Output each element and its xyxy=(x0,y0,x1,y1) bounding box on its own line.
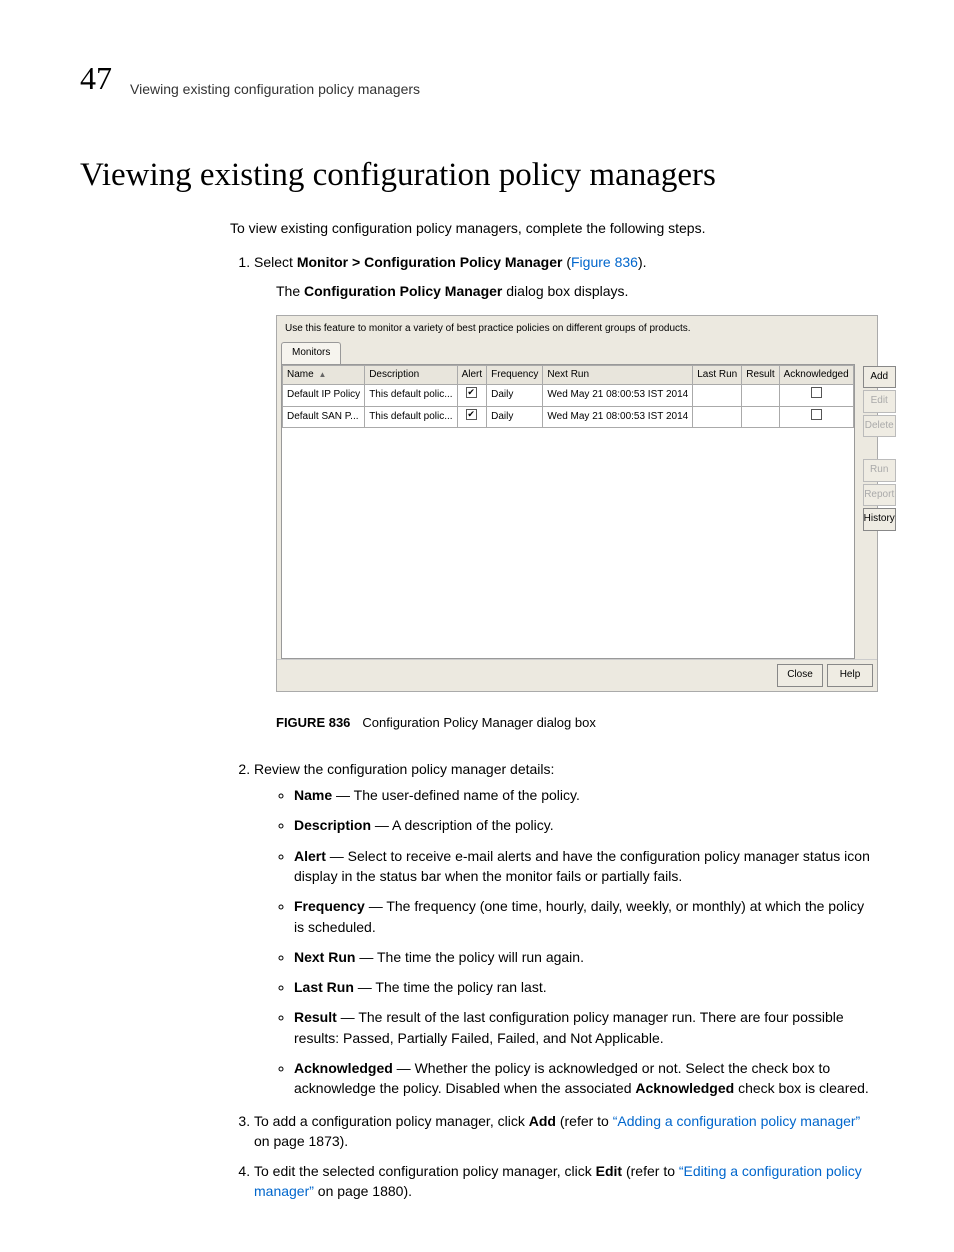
table-empty-area xyxy=(282,428,854,658)
chapter-number: 47 xyxy=(80,60,112,97)
col-name[interactable]: Name ▲ xyxy=(283,365,365,385)
col-next-run[interactable]: Next Run xyxy=(543,365,693,385)
checkbox-icon[interactable] xyxy=(811,387,822,398)
dialog-footer: Close Help xyxy=(277,659,877,691)
sidebar-buttons: Add Edit Delete Run Report History xyxy=(859,364,900,660)
page-title: Viewing existing configuration policy ma… xyxy=(80,157,874,194)
tab-bar: Monitors xyxy=(277,342,877,364)
step-3: To add a configuration policy manager, c… xyxy=(254,1111,874,1152)
help-button[interactable]: Help xyxy=(827,664,873,687)
sort-asc-icon: ▲ xyxy=(318,370,326,379)
history-button[interactable]: History xyxy=(863,508,896,531)
step-1: Select Monitor > Configuration Policy Ma… xyxy=(254,252,874,732)
menu-path: Monitor > Configuration Policy Manager xyxy=(297,254,563,270)
running-header: 47 Viewing existing configuration policy… xyxy=(80,60,874,97)
delete-button[interactable]: Delete xyxy=(863,415,896,438)
col-acknowledged[interactable]: Acknowledged xyxy=(779,365,853,385)
checkbox-icon[interactable] xyxy=(811,409,822,420)
add-button[interactable]: Add xyxy=(863,366,896,389)
step-1-sub: The Configuration Policy Manager dialog … xyxy=(276,281,874,301)
figure-836: Use this feature to monitor a variety of… xyxy=(276,315,878,692)
edit-button[interactable]: Edit xyxy=(863,390,896,413)
run-button[interactable]: Run xyxy=(863,459,896,482)
col-description[interactable]: Description xyxy=(365,365,457,385)
col-alert[interactable]: Alert xyxy=(457,365,487,385)
monitors-table: Name ▲ Description Alert Frequency Next … xyxy=(281,364,855,660)
intro-paragraph: To view existing configuration policy ma… xyxy=(230,218,874,238)
field-bullets: Name — The user-defined name of the poli… xyxy=(276,785,874,1099)
tab-monitors[interactable]: Monitors xyxy=(281,342,341,364)
col-frequency[interactable]: Frequency xyxy=(487,365,543,385)
close-button[interactable]: Close xyxy=(777,664,823,687)
checkbox-icon[interactable] xyxy=(466,387,477,398)
table-row[interactable]: Default IP Policy This default polic... … xyxy=(283,385,854,407)
report-button[interactable]: Report xyxy=(863,484,896,507)
step-4: To edit the selected configuration polic… xyxy=(254,1161,874,1202)
col-last-run[interactable]: Last Run xyxy=(693,365,742,385)
figure-caption: FIGURE 836Configuration Policy Manager d… xyxy=(276,714,874,733)
figure-hint: Use this feature to monitor a variety of… xyxy=(277,316,877,343)
running-title: Viewing existing configuration policy ma… xyxy=(130,81,420,97)
table-row[interactable]: Default SAN P... This default polic... D… xyxy=(283,406,854,428)
link-adding-cpm[interactable]: “Adding a configuration policy manager” xyxy=(613,1113,860,1129)
step-2: Review the configuration policy manager … xyxy=(254,759,874,1099)
figure-836-link[interactable]: Figure 836 xyxy=(571,254,638,270)
checkbox-icon[interactable] xyxy=(466,409,477,420)
col-result[interactable]: Result xyxy=(742,365,779,385)
